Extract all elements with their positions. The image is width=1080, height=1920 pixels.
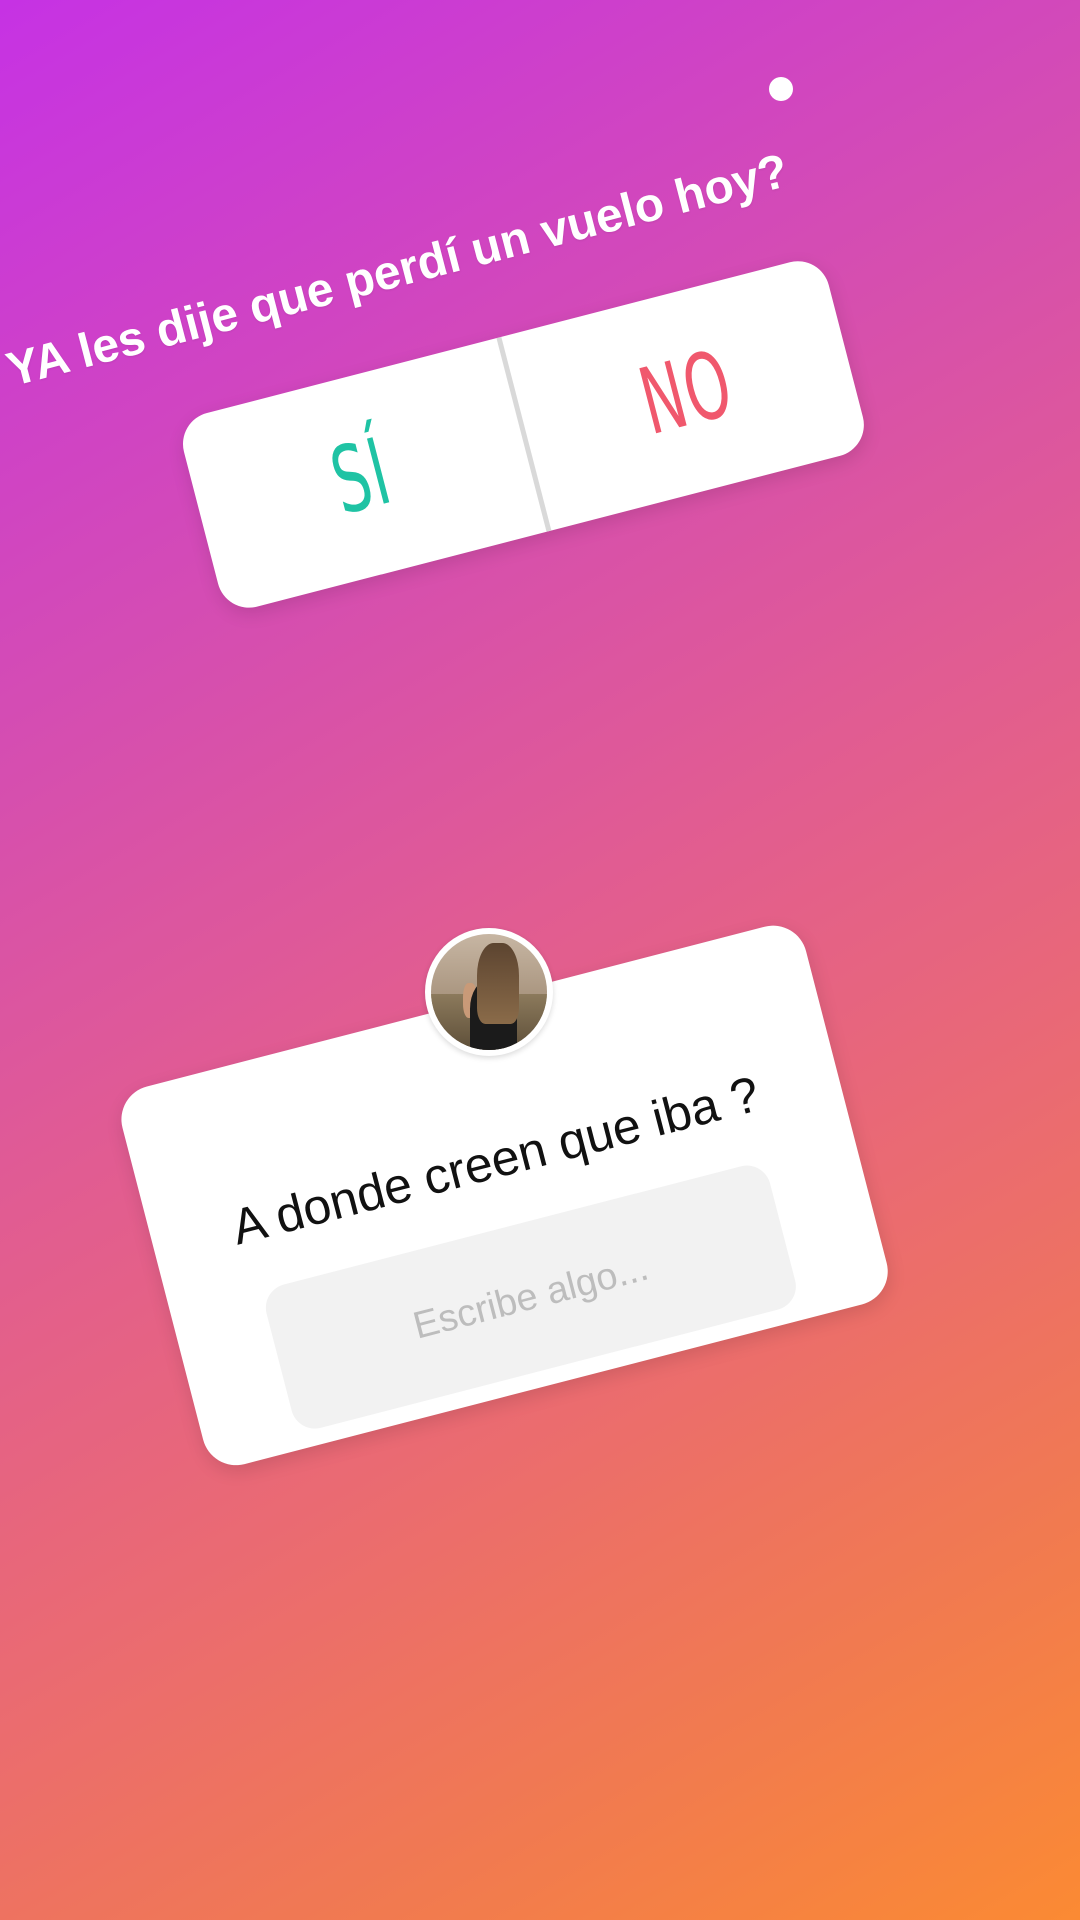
poll-option-yes[interactable]: SÍ [237, 354, 485, 599]
profile-photo-icon [431, 934, 547, 1050]
poll-sticker: YA les dije que perdí un vuelo hoy? SÍ N… [0, 0, 1080, 720]
poll-divider [495, 336, 551, 532]
avatar [425, 928, 553, 1056]
poll-option-no[interactable]: NO [562, 270, 810, 515]
